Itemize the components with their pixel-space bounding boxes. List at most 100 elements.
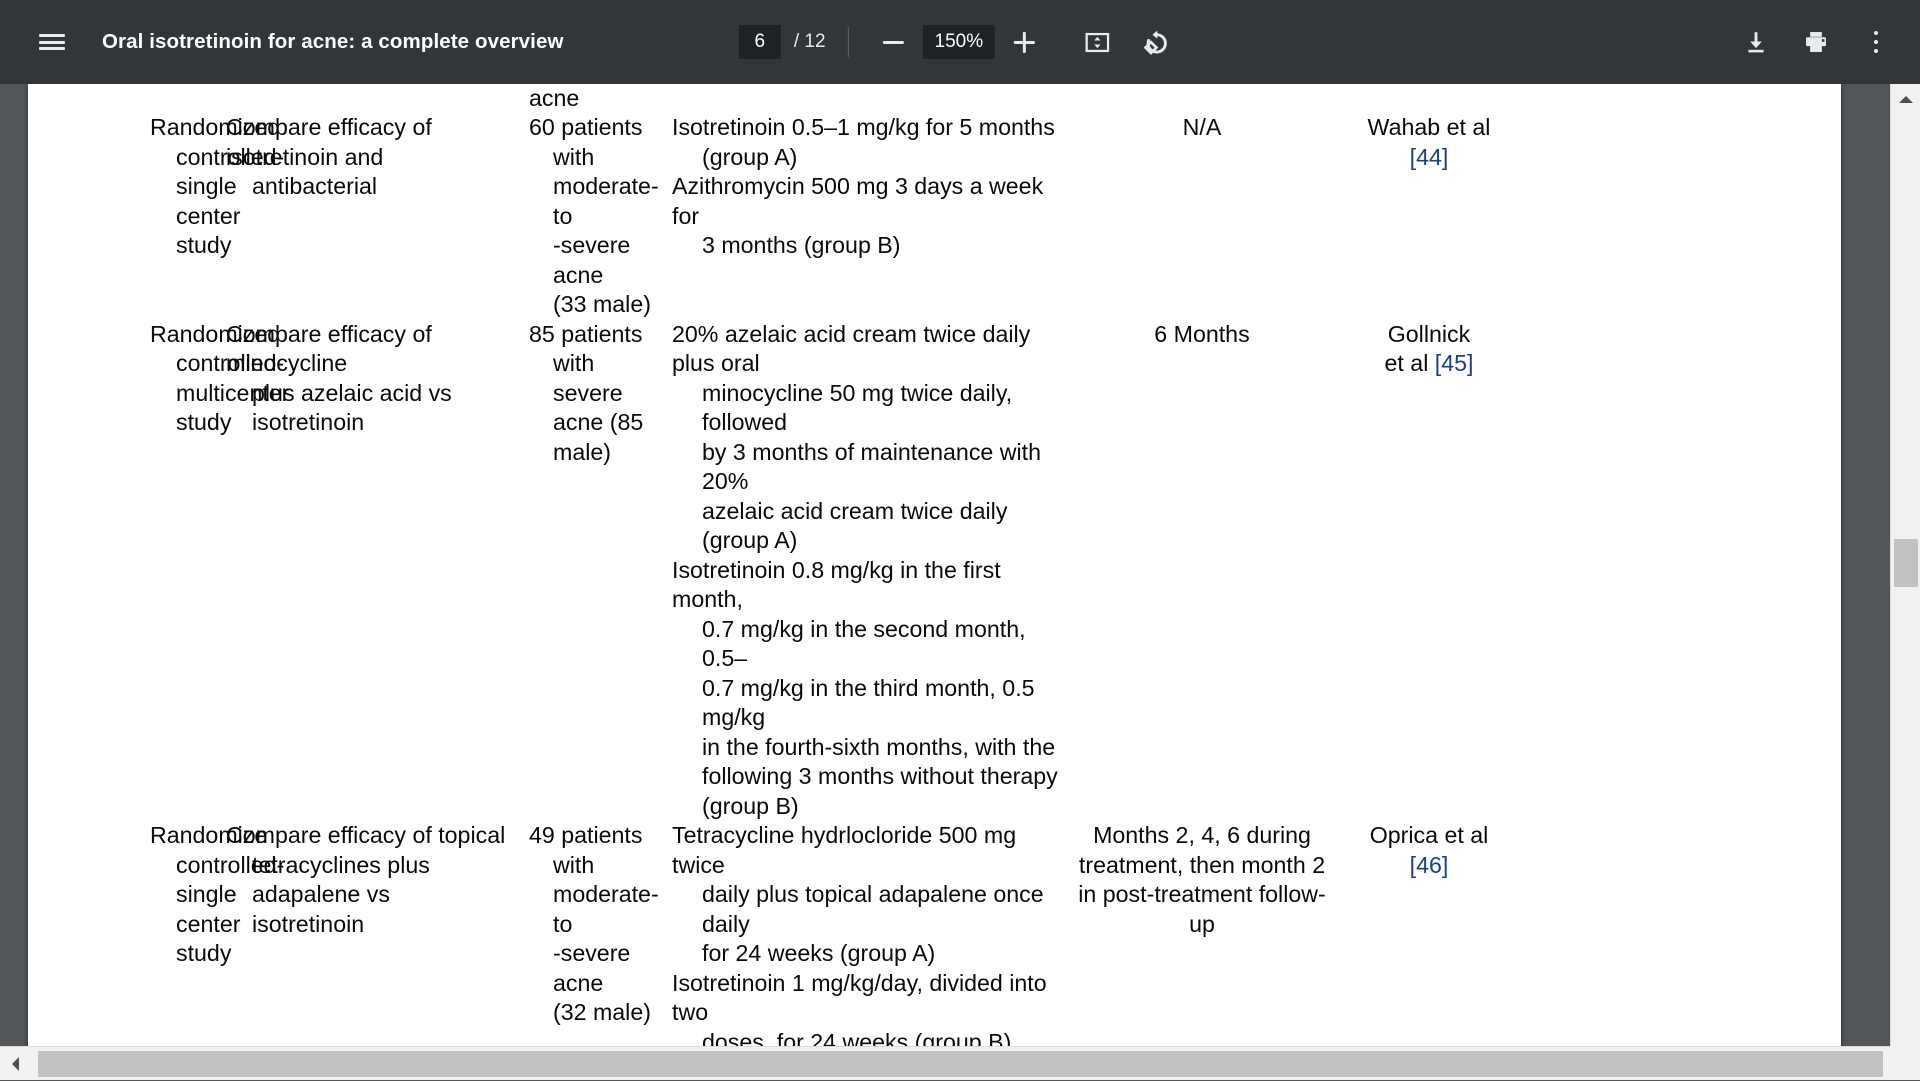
zoom-out-button[interactable] [871,19,917,65]
table-cell-line: Randomized [150,320,196,350]
table-cell-line: azelaic acid cream twice daily (group A) [672,497,1062,556]
table-cell-regimen: Tetracycline hydrlocloride 500 mg twiced… [654,821,1062,1057]
table-row: Randomizedcontrolled-multicenterstudyCom… [28,320,1841,822]
table-cell-line: single center [150,880,196,939]
table-cell-line: 3 months (group B) [672,231,1062,261]
table-cell-follow: N/A [1062,113,1332,320]
table-cell-line: Isotretinoin 0.5–1 mg/kg for 5 months [672,113,1062,143]
table-cell-line: study [150,408,196,438]
horizontal-scrollbar[interactable] [0,1046,1920,1080]
table-cell-line: plus azelaic acid vs isotretinoin [226,379,516,438]
table-cell-pts: 49 patientswithmoderate-to-severe acne(3… [516,821,654,1057]
scroll-left-button[interactable] [0,1047,30,1081]
reference-link[interactable]: [46] [1410,852,1449,878]
zoom-level-value[interactable]: 150% [923,25,996,59]
reference-link[interactable]: [45] [1435,350,1474,376]
study-comparison-table: study-severe acnemonth)[43]Randomizedcon… [28,84,1841,1080]
table-cell-line: Tetracycline hydrlocloride 500 mg twice [672,821,1062,880]
table-cell-ref: Wahab et al[44] [1332,113,1512,320]
hamburger-bar [39,34,65,37]
table-cell-ref: Oprica et al[46] [1332,821,1512,1057]
scroll-up-arrow-icon [1899,96,1913,103]
table-cell-line: Compare efficacy of minocycline [226,320,516,379]
table-cell-line: 60 patients [529,113,654,143]
hamburger-bar [39,47,65,50]
table-cell-line: Azithromycin 500 mg 3 days a week for [672,172,1062,231]
table-cell-line: (group A) [672,143,1062,173]
table-cell-ref: [43] [1332,84,1512,113]
table-cell-pts: -severe acne [516,84,654,113]
table-cell-line: single center [150,172,196,231]
table-cell-line: in the fourth-sixth months, with the [672,733,1062,763]
table-cell-follow [1062,84,1332,113]
dot [1874,40,1879,45]
table-cell-line: controlled- [150,143,196,173]
table-cell-regimen: Isotretinoin 0.5–1 mg/kg for 5 months(gr… [654,113,1062,320]
table-cell-line: controlled- [150,851,196,881]
table-cell-line: Wahab et al [1346,113,1512,143]
rotate-button[interactable] [1129,16,1181,68]
download-button[interactable] [1730,16,1782,68]
pdf-viewer-area[interactable]: study-severe acnemonth)[43]Randomizedcon… [0,84,1920,1080]
pdf-page: study-severe acnemonth)[43]Randomizedcon… [28,84,1841,1080]
vertical-scrollbar[interactable] [1890,84,1920,1080]
table-cell-line: study [150,939,196,969]
page-number-input[interactable] [739,25,781,59]
table-cell-line: Isotretinoin 0.8 mg/kg in the first mont… [672,556,1062,615]
table-cell-objective: Compare efficacy of isotretinoin andanti… [196,113,516,320]
table-cell-follow: 6 Months [1062,320,1332,822]
print-button[interactable] [1790,16,1842,68]
pdf-page-content: study-severe acnemonth)[43]Randomizedcon… [28,84,1841,1080]
table-cell-line: Randomize [150,821,196,851]
table-cell-line: N/A [1072,113,1332,143]
fit-to-page-button[interactable] [1071,16,1123,68]
table-cell-line: with severe [529,349,654,408]
pdf-toolbar: Oral isotretinoin for acne: a complete o… [0,0,1920,84]
table-cell-line: [44] [1346,143,1512,173]
table-cell-line: 0.7 mg/kg in the third month, 0.5 mg/kg [672,674,1062,733]
table-cell-pts: 60 patientswithmoderate-to-severe acne(3… [516,113,654,320]
table-cell-line: study [150,231,196,261]
table-cell-line: [46] [1346,851,1512,881]
table-cell-line: 49 patients [529,821,654,851]
table-row: Randomizecontrolled-single centerstudy Co… [28,821,1841,1057]
table-cell-line: treatment, then month 2 [1072,851,1332,881]
page-count-label: / 12 [794,31,826,53]
zoom-in-button[interactable] [1001,19,1047,65]
hamburger-bar [39,41,65,44]
table-row: study -severe acnemonth) [43] [28,84,1841,113]
table-cell-line: (32 male) [529,998,654,1028]
table-cell-regimen: month) [654,84,1062,113]
dot [1874,31,1879,36]
reference-link[interactable]: [44] [1410,144,1449,170]
table-row: Randomizedcontrolled-single centerstudyC… [28,113,1841,320]
table-cell-line: with [529,143,654,173]
table-cell-line: acne (85 [529,408,654,438]
scrollbar-corner [1890,1046,1920,1080]
table-cell-design: Randomizedcontrolled-multicenterstudy [28,320,196,822]
table-cell-line: Oprica et al [1346,821,1512,851]
table-cell-line: Isotretinoin 1 mg/kg/day, divided into t… [672,969,1062,1028]
table-cell-line: minocycline 50 mg twice daily, followed [672,379,1062,438]
table-cell-objective: Compare efficacy of minocyclineplus azel… [196,320,516,822]
table-cell-line: antibacterial [226,172,516,202]
horizontal-scrollbar-thumb[interactable] [38,1051,1883,1077]
download-icon [1743,29,1769,55]
table-cell-follow: Months 2, 4, 6 duringtreatment, then mon… [1062,821,1332,1057]
table-cell-line: isotretinoin [226,910,516,940]
table-cell-regimen: 20% azelaic acid cream twice daily plus … [654,320,1062,822]
more-options-button[interactable] [1850,16,1902,68]
more-options-icon [1874,29,1879,56]
table-cell-line: -severe acne [529,939,654,998]
scroll-up-button[interactable] [1891,84,1920,114]
table-cell-line: 6 Months [1072,320,1332,350]
hamburger-menu-icon[interactable] [26,16,78,68]
table-cell-line: Compare efficacy of topical [226,821,516,851]
table-cell-line: Randomized [150,113,196,143]
page-and-zoom-controls: / 12 150% [739,16,1181,68]
table-cell-line: male) [529,438,654,468]
table-cell-line: 20% azelaic acid cream twice daily plus … [672,320,1062,379]
table-cell-design: study [28,84,196,113]
vertical-scrollbar-thumb[interactable] [1894,539,1918,587]
table-cell-line: tetracyclines plus adapalene vs [226,851,516,910]
